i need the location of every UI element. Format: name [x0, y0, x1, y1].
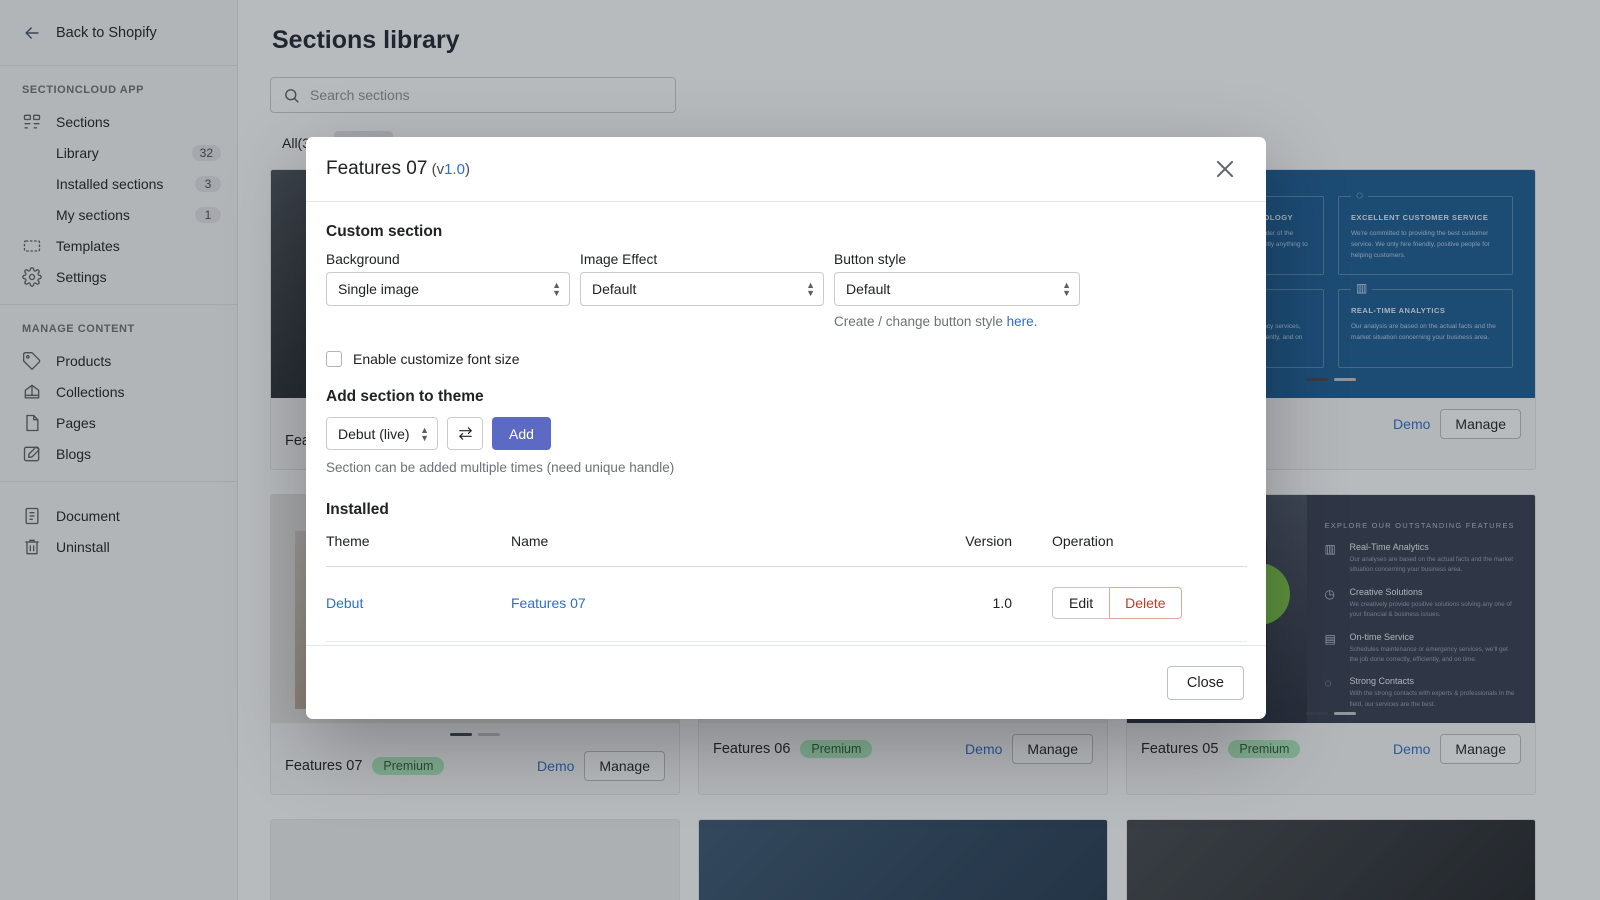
edit-button[interactable]: Edit — [1052, 587, 1110, 619]
cell-version: 1.0 — [916, 566, 1046, 642]
installed-table: Theme Name Version Operation Debut Featu… — [326, 533, 1247, 642]
button-style-helper: Create / change button style here. — [834, 314, 1080, 329]
field-image-effect: Image Effect Default ▲ ▼ — [580, 252, 824, 329]
field-label: Background — [326, 252, 400, 267]
modal-title: Features 07 — [326, 158, 428, 179]
button-style-select[interactable]: Default — [834, 272, 1080, 306]
cell-operation: Edit Delete — [1046, 566, 1247, 642]
font-size-checkbox-row: Enable customize font size — [326, 351, 1246, 367]
background-select[interactable]: Single image — [326, 272, 570, 306]
add-section-row: Debut (live) ▲ ▼ Add — [326, 417, 1246, 450]
version-prefix: (v — [431, 160, 445, 178]
modal-version: (v1.0) — [427, 161, 470, 178]
custom-section-fields: Background Single image ▲ ▼ Image Effect … — [326, 252, 1246, 329]
operation-button-group: Edit Delete — [1052, 587, 1182, 619]
theme-link[interactable]: Debut — [326, 595, 363, 611]
version-number: 1.0 — [444, 160, 465, 178]
section-name-link[interactable]: Features 07 — [511, 595, 586, 611]
modal-header: Features 07 (v1.0) — [306, 137, 1266, 202]
enable-font-size-label: Enable customize font size — [353, 351, 520, 367]
swap-icon — [458, 427, 472, 440]
column-version: Version — [916, 533, 1046, 567]
version-suffix: ) — [464, 160, 470, 178]
installed-heading: Installed — [326, 501, 389, 518]
custom-section-heading: Custom section — [326, 223, 443, 240]
delete-button[interactable]: Delete — [1109, 587, 1182, 619]
column-theme: Theme — [326, 533, 511, 567]
cell-name: Features 07 — [511, 566, 916, 642]
cell-theme: Debut — [326, 566, 511, 642]
image-effect-select[interactable]: Default — [580, 272, 824, 306]
table-row: Debut Features 07 1.0 Edit Delete — [326, 566, 1247, 642]
add-section-note: Section can be added multiple times (nee… — [326, 460, 675, 475]
field-background: Background Single image ▲ ▼ — [326, 252, 570, 329]
add-section-heading: Add section to theme — [326, 388, 484, 405]
theme-select[interactable]: Debut (live) — [326, 417, 438, 450]
column-operation: Operation — [1046, 533, 1247, 567]
modal-body: Custom section Background Single image ▲… — [306, 202, 1266, 645]
modal-footer: Close — [306, 645, 1266, 719]
close-icon[interactable] — [1212, 156, 1238, 182]
close-button[interactable]: Close — [1166, 665, 1244, 700]
enable-font-size-checkbox[interactable] — [326, 351, 342, 367]
field-label: Button style — [834, 252, 907, 267]
column-name: Name — [511, 533, 916, 567]
table-header-row: Theme Name Version Operation — [326, 533, 1247, 567]
field-button-style: Button style Default ▲ ▼ Create / change … — [834, 252, 1080, 329]
section-detail-modal: Features 07 (v1.0) Custom section Backgr… — [306, 137, 1266, 719]
helper-text: Create / change button style — [834, 314, 1007, 329]
app-root: Back to Shopify SECTIONCLOUD APP Section… — [0, 0, 1600, 900]
button-style-link[interactable]: here. — [1007, 314, 1038, 329]
add-button[interactable]: Add — [492, 417, 551, 450]
field-label: Image Effect — [580, 252, 658, 267]
swap-theme-button[interactable] — [447, 417, 483, 450]
